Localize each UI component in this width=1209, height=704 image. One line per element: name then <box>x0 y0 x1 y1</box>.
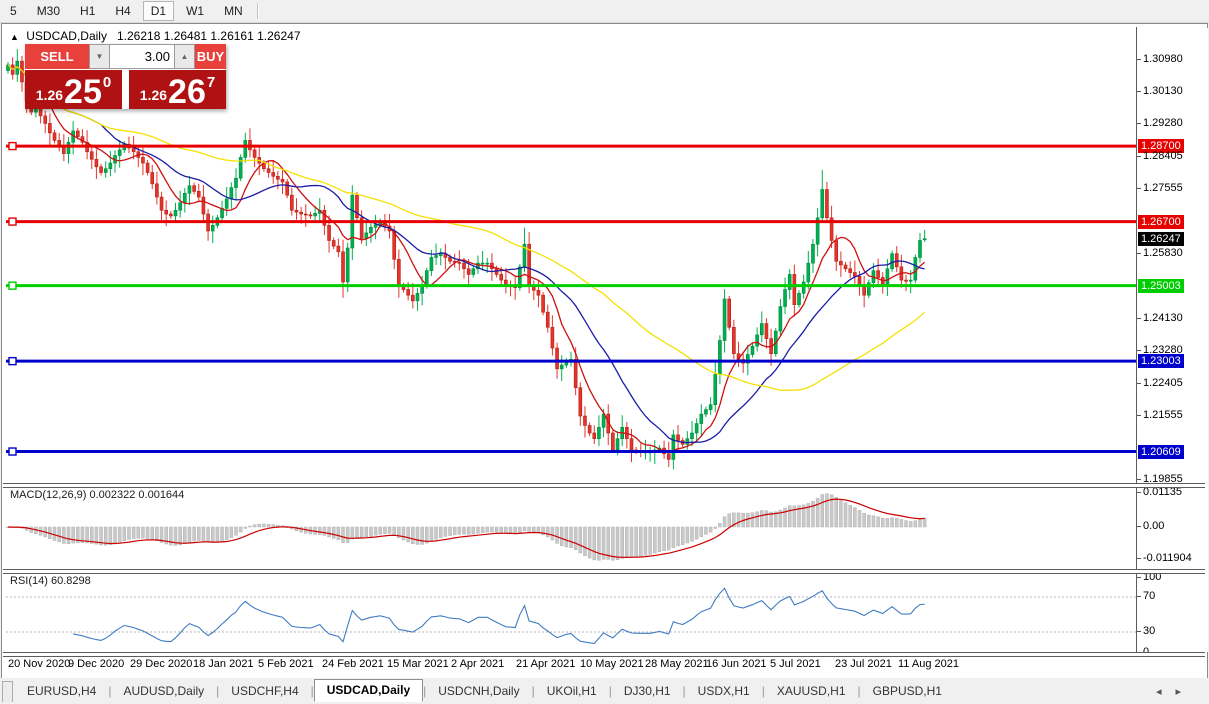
volume-input[interactable]: 3.00 <box>110 44 174 69</box>
timeframe-button-d1[interactable]: D1 <box>143 1 174 21</box>
date-tick-label: 21 Apr 2021 <box>516 658 575 670</box>
date-tick-label: 9 Dec 2020 <box>68 658 124 670</box>
tab-xauusd[interactable]: XAUUSD,H1 <box>765 681 858 702</box>
price-tick-label: 1.30980 <box>1143 53 1183 65</box>
macd-label: MACD(12,26,9) 0.002322 0.001644 <box>10 489 184 501</box>
tab-scroll-buttons[interactable]: ◂▸ <box>1156 685 1195 698</box>
current-price-label: 1.26247 <box>1138 232 1184 246</box>
price-tick-label: 1.21555 <box>1143 409 1183 421</box>
tab-usdcnh[interactable]: USDCNH,Daily <box>426 681 531 702</box>
chart-ohlc-values: 1.26218 1.26481 1.26161 1.26247 <box>117 29 301 43</box>
date-tick-label: 24 Feb 2021 <box>322 658 384 670</box>
level-price-label: 1.20609 <box>1138 445 1184 459</box>
spin-down-icon: ▼ <box>96 52 104 61</box>
buy-button[interactable]: BUY <box>195 44 226 69</box>
sell-price-display[interactable]: 1.26 25 0 <box>25 70 122 109</box>
date-tick-label: 15 Mar 2021 <box>387 658 449 670</box>
buy-price-big: 26 <box>168 77 206 107</box>
volume-increase-button[interactable]: ▲ <box>174 44 195 69</box>
chart-symbol-label: USDCAD,Daily <box>26 29 107 43</box>
sell-button[interactable]: SELL <box>25 44 89 69</box>
rsi-tick-label: 70 <box>1143 590 1155 602</box>
date-tick-label: 5 Feb 2021 <box>258 658 314 670</box>
date-tick-label: 5 Jul 2021 <box>770 658 821 670</box>
timeframe-button-mn[interactable]: MN <box>216 1 251 21</box>
price-tick-label: 1.29280 <box>1143 117 1183 129</box>
timeframe-button-5[interactable]: 5 <box>2 1 25 21</box>
timeframe-toolbar: 5M30H1H4D1W1MN <box>0 0 1209 23</box>
buy-price-pip: 7 <box>207 74 215 91</box>
pane-divider <box>3 652 1205 657</box>
chart-title: ▲ USDCAD,Daily 1.26218 1.26481 1.26161 1… <box>10 29 301 43</box>
title-triangle-icon: ▲ <box>10 32 19 42</box>
price-tick-label: 1.27555 <box>1143 182 1183 194</box>
rsi-indicator-pane[interactable] <box>6 573 1136 651</box>
sell-price-pip: 0 <box>103 74 111 91</box>
price-tick-label: 1.22405 <box>1143 377 1183 389</box>
trading-terminal: 5M30H1H4D1W1MN ▲ USDCAD,Daily 1.26218 1.… <box>0 0 1209 704</box>
level-price-label: 1.26700 <box>1138 215 1184 229</box>
date-tick-label: 29 Dec 2020 <box>130 658 192 670</box>
right-price-axis: 1.287001.267001.250031.230031.206091.309… <box>1137 28 1208 652</box>
date-tick-label: 20 Nov 2020 <box>8 658 70 670</box>
tab-usdcad[interactable]: USDCAD,Daily <box>314 679 423 702</box>
tab-gbpusd[interactable]: GBPUSD,H1 <box>861 681 954 702</box>
one-click-trade-panel: SELL ▼ 3.00 ▲ BUY 1.26 25 0 1.26 26 7 <box>25 44 226 109</box>
price-tick-label: 1.24130 <box>1143 312 1183 324</box>
price-tick-label: 1.30130 <box>1143 85 1183 97</box>
date-tick-label: 23 Jul 2021 <box>835 658 892 670</box>
tab-usdchf[interactable]: USDCHF,H4 <box>219 681 310 702</box>
date-tick-label: 2 Apr 2021 <box>451 658 504 670</box>
timeframe-button-w1[interactable]: W1 <box>178 1 212 21</box>
price-tick-label: 1.28405 <box>1143 150 1183 162</box>
tab-usdx[interactable]: USDX,H1 <box>686 681 762 702</box>
tab-audusd[interactable]: AUDUSD,Daily <box>111 681 216 702</box>
rsi-label: RSI(14) 60.8298 <box>10 575 91 587</box>
macd-tick-label: -0.011904 <box>1143 552 1192 564</box>
price-tick-label: 1.25830 <box>1143 247 1183 259</box>
buy-price-display[interactable]: 1.26 26 7 <box>129 70 226 109</box>
sell-price-big: 25 <box>64 77 102 107</box>
price-tick-label: 1.23280 <box>1143 344 1183 356</box>
symbol-tab-list: EURUSD,H4|AUDUSD,Daily|USDCHF,H4|USDCAD,… <box>2 680 954 702</box>
date-tick-label: 18 Jan 2021 <box>193 658 254 670</box>
symbol-tab-bar: EURUSD,H4|AUDUSD,Daily|USDCHF,H4|USDCAD,… <box>0 678 1209 704</box>
rsi-tick-label: 30 <box>1143 625 1155 637</box>
spin-up-icon: ▲ <box>181 52 189 61</box>
tab-stub[interactable] <box>2 681 13 702</box>
timeframe-button-m30[interactable]: M30 <box>29 1 68 21</box>
timeframe-button-h4[interactable]: H4 <box>107 1 138 21</box>
level-price-label: 1.25003 <box>1138 279 1184 293</box>
sell-price-base: 1.26 <box>36 87 63 103</box>
date-tick-label: 11 Aug 2021 <box>898 658 959 670</box>
pane-divider[interactable] <box>3 569 1205 574</box>
tab-ukoil[interactable]: UKOil,H1 <box>535 681 609 702</box>
volume-decrease-button[interactable]: ▼ <box>89 44 110 69</box>
tab-dj30[interactable]: DJ30,H1 <box>612 681 683 702</box>
tab-eurusd[interactable]: EURUSD,H4 <box>15 681 108 702</box>
pane-divider[interactable] <box>3 483 1205 488</box>
date-tick-label: 16 Jun 2021 <box>706 658 767 670</box>
time-axis: 20 Nov 20209 Dec 2020 29 Dec 202018 Jan 2… <box>6 657 1136 673</box>
date-tick-label: 28 May 2021 <box>645 658 709 670</box>
macd-tick-label: 0.00 <box>1143 520 1164 532</box>
level-price-label: 1.23003 <box>1138 354 1184 368</box>
buy-price-base: 1.26 <box>140 87 167 103</box>
timeframe-button-h1[interactable]: H1 <box>72 1 103 21</box>
toolbar-separator <box>257 3 259 19</box>
date-tick-label: 10 May 2021 <box>580 658 644 670</box>
